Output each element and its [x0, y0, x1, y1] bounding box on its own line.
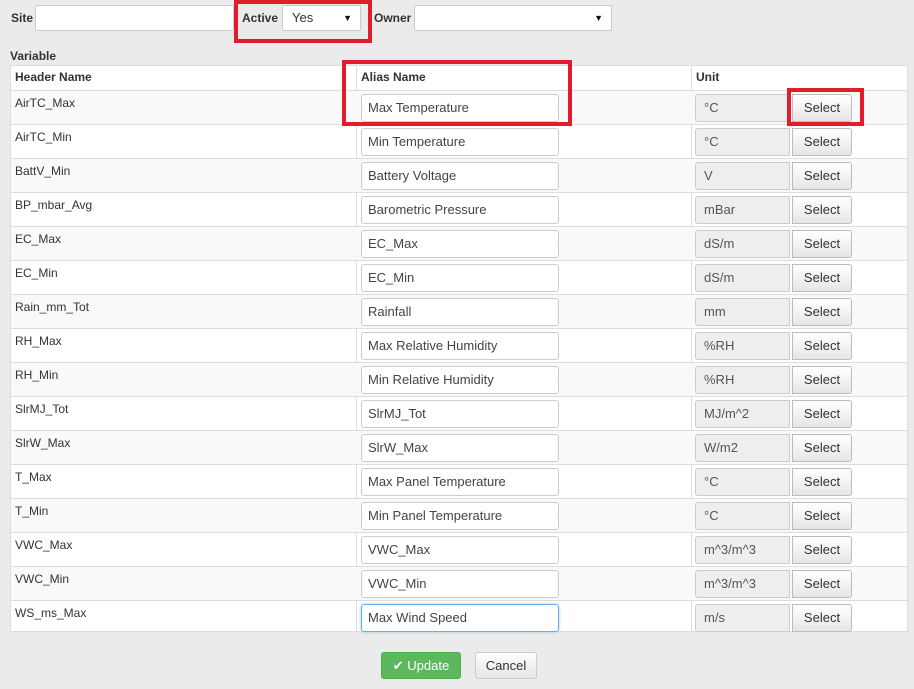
alias-name-input[interactable]: SlrMJ_Tot [361, 400, 559, 428]
alias-name-input[interactable]: Min Relative Humidity [361, 366, 559, 394]
alias-name-input[interactable]: Max Relative Humidity [361, 332, 559, 360]
header-name-cell: Rain_mm_Tot [15, 300, 90, 314]
table-row: VWC_Max VWC_Max m^3/m^3 Select [11, 532, 907, 566]
select-unit-button[interactable]: Select [792, 128, 852, 156]
select-unit-button[interactable]: Select [792, 298, 852, 326]
unit-field: %RH [695, 366, 790, 394]
table-row: WS_ms_Max Max Wind Speed m/s Select [11, 600, 907, 634]
alias-name-input[interactable]: Max Wind Speed [361, 604, 559, 632]
select-highlight [787, 88, 864, 126]
table-row: SlrMJ_Tot SlrMJ_Tot MJ/m^2 Select [11, 396, 907, 430]
alias-name-input[interactable]: Rainfall [361, 298, 559, 326]
table-row: T_Max Max Panel Temperature °C Select [11, 464, 907, 498]
table-row: RH_Min Min Relative Humidity %RH Select [11, 362, 907, 396]
select-unit-button[interactable]: Select [792, 366, 852, 394]
table-row: EC_Max EC_Max dS/m Select [11, 226, 907, 260]
unit-field: mBar [695, 196, 790, 224]
table-row: AirTC_Min Min Temperature °C Select [11, 124, 907, 158]
select-unit-button[interactable]: Select [792, 196, 852, 224]
site-label: Site [11, 11, 34, 25]
table-row: SlrW_Max SlrW_Max W/m2 Select [11, 430, 907, 464]
alias-highlight [342, 60, 572, 126]
alias-name-input[interactable]: Min Temperature [361, 128, 559, 156]
select-unit-button[interactable]: Select [792, 162, 852, 190]
unit-field: V [695, 162, 790, 190]
header-name-cell: SlrMJ_Tot [15, 402, 69, 416]
variable-section-label: Variable [10, 49, 57, 63]
header-name-cell: T_Min [15, 504, 49, 518]
alias-name-input[interactable]: Barometric Pressure [361, 196, 559, 224]
owner-label: Owner [374, 11, 412, 25]
header-name-cell: EC_Min [15, 266, 58, 280]
table-row: BattV_Min Battery Voltage V Select [11, 158, 907, 192]
unit-field: °C [695, 94, 790, 122]
header-name-cell: RH_Min [15, 368, 59, 382]
select-unit-button[interactable]: Select [792, 434, 852, 462]
table-row: T_Min Min Panel Temperature °C Select [11, 498, 907, 532]
table-row: VWC_Min VWC_Min m^3/m^3 Select [11, 566, 907, 600]
unit-field: dS/m [695, 230, 790, 258]
header-name-cell: BattV_Min [15, 164, 71, 178]
variable-table: Header Name Alias Name Unit AirTC_Max Max… [10, 65, 908, 632]
alias-name-input[interactable]: EC_Max [361, 230, 559, 258]
chevron-down-icon: ▼ [594, 13, 603, 23]
owner-select[interactable]: ▼ [414, 5, 612, 31]
header-name-cell: RH_Max [15, 334, 62, 348]
unit-field: °C [695, 128, 790, 156]
select-unit-button[interactable]: Select [792, 230, 852, 258]
active-highlight [234, 0, 372, 43]
unit-field: °C [695, 468, 790, 496]
header-name-column: Header Name [15, 70, 92, 84]
header-name-cell: SlrW_Max [15, 436, 71, 450]
alias-name-input[interactable]: Battery Voltage [361, 162, 559, 190]
alias-name-input[interactable]: EC_Min [361, 264, 559, 292]
header-name-cell: EC_Max [15, 232, 62, 246]
header-name-cell: WS_ms_Max [15, 606, 87, 620]
table-row: BP_mbar_Avg Barometric Pressure mBar Select [11, 192, 907, 226]
header-name-cell: T_Max [15, 470, 52, 484]
select-unit-button[interactable]: Select [792, 604, 852, 632]
unit-field: %RH [695, 332, 790, 360]
update-label: Update [407, 658, 450, 673]
unit-column: Unit [696, 70, 720, 84]
site-field[interactable] [35, 5, 234, 31]
header-name-cell: VWC_Max [15, 538, 73, 552]
select-unit-button[interactable]: Select [792, 502, 852, 530]
unit-field: W/m2 [695, 434, 790, 462]
select-unit-button[interactable]: Select [792, 264, 852, 292]
alias-name-input[interactable]: Min Panel Temperature [361, 502, 559, 530]
update-button[interactable]: ✔ Update [381, 652, 461, 679]
table-row: Rain_mm_Tot Rainfall mm Select [11, 294, 907, 328]
select-unit-button[interactable]: Select [792, 536, 852, 564]
unit-field: MJ/m^2 [695, 400, 790, 428]
unit-field: dS/m [695, 264, 790, 292]
table-row: RH_Max Max Relative Humidity %RH Select [11, 328, 907, 362]
alias-name-input[interactable]: SlrW_Max [361, 434, 559, 462]
unit-field: °C [695, 502, 790, 530]
header-name-cell: AirTC_Max [15, 96, 76, 110]
alias-name-input[interactable]: VWC_Min [361, 570, 559, 598]
alias-name-input[interactable]: Max Panel Temperature [361, 468, 559, 496]
unit-field: mm [695, 298, 790, 326]
header-name-cell: BP_mbar_Avg [15, 198, 93, 212]
alias-name-input[interactable]: VWC_Max [361, 536, 559, 564]
select-unit-button[interactable]: Select [792, 468, 852, 496]
select-unit-button[interactable]: Select [792, 400, 852, 428]
check-icon: ✔ [392, 658, 404, 673]
unit-field: m/s [695, 604, 790, 632]
unit-field: m^3/m^3 [695, 536, 790, 564]
header-name-cell: AirTC_Min [15, 130, 72, 144]
cancel-button[interactable]: Cancel [475, 652, 537, 679]
header-name-cell: VWC_Min [15, 572, 70, 586]
table-row: EC_Min EC_Min dS/m Select [11, 260, 907, 294]
unit-field: m^3/m^3 [695, 570, 790, 598]
select-unit-button[interactable]: Select [792, 570, 852, 598]
select-unit-button[interactable]: Select [792, 332, 852, 360]
